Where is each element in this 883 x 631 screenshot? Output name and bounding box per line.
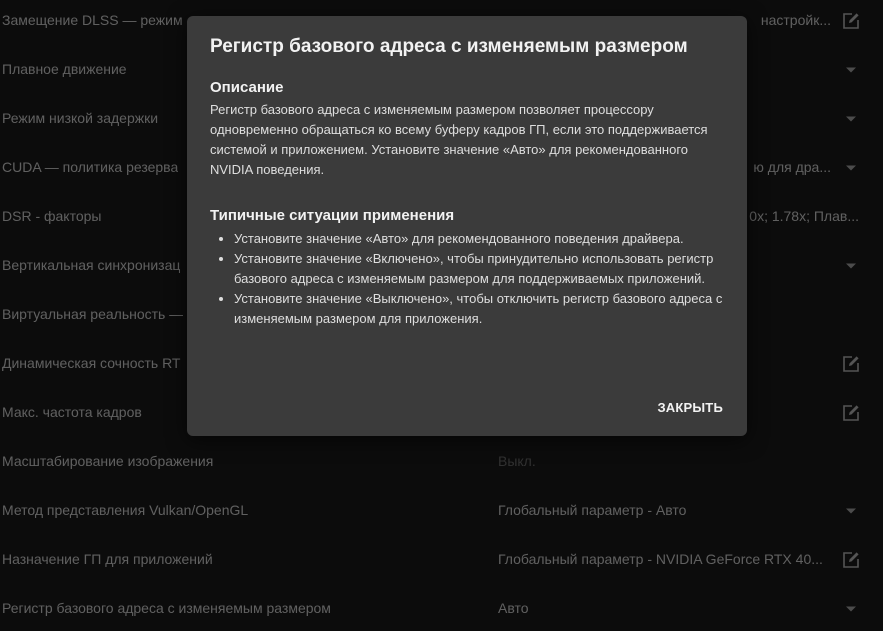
app-window: Замещение DLSS — режимнастройк...Плавное…	[0, 0, 883, 631]
usage-item: Установите значение «Выключено», чтобы о…	[234, 289, 730, 329]
description-heading: Описание	[210, 79, 284, 96]
description-text: Регистр базового адреса с изменяемым раз…	[210, 102, 708, 177]
close-button[interactable]: ЗАКРЫТЬ	[657, 400, 723, 415]
usage-item: Установите значение «Авто» для рекомендо…	[234, 229, 730, 249]
usage-list: Установите значение «Авто» для рекомендо…	[210, 229, 730, 329]
info-dialog: Регистр базового адреса с изменяемым раз…	[187, 16, 747, 436]
usage-item: Установите значение «Включено», чтобы пр…	[234, 249, 730, 289]
usage-heading: Типичные ситуации применения	[210, 207, 455, 224]
dialog-title: Регистр базового адреса с изменяемым раз…	[210, 36, 688, 57]
